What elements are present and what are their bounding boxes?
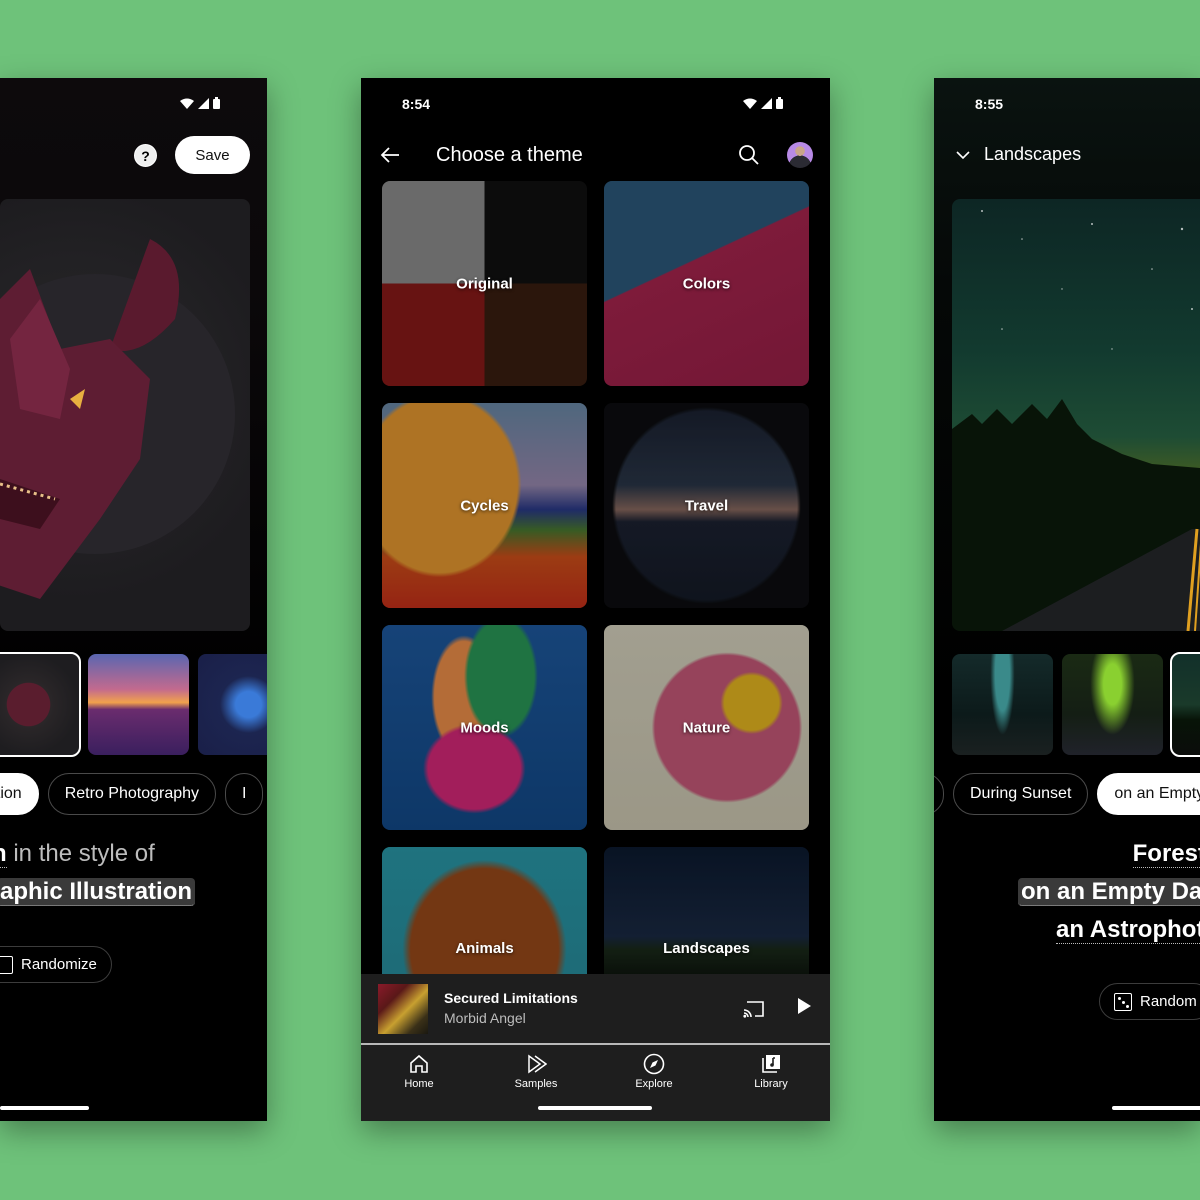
category-title[interactable]: Landscapes bbox=[984, 144, 1081, 165]
theme-tile-moods[interactable]: Moods bbox=[382, 625, 587, 830]
thumbnail-night-road[interactable] bbox=[1170, 652, 1200, 757]
center-phone-screen: 8:54 Choose a theme Original Colors Cycl… bbox=[361, 78, 830, 1121]
prompt-connector: in the style of bbox=[13, 840, 155, 867]
thumbnail-dragon-sunset[interactable] bbox=[88, 654, 189, 755]
hero-image-night-road bbox=[952, 199, 1200, 631]
theme-label: Moods bbox=[460, 719, 509, 736]
theme-tile-cycles[interactable]: Cycles bbox=[382, 403, 587, 608]
randomize-label: Randomize bbox=[21, 956, 97, 973]
thumbnail-strip bbox=[952, 652, 1200, 757]
track-artist: Morbid Angel bbox=[444, 1010, 526, 1026]
bottom-navigation: Home Samples Explore Library bbox=[361, 1045, 830, 1121]
search-icon[interactable] bbox=[738, 144, 760, 166]
help-icon: ? bbox=[141, 147, 150, 164]
back-arrow-icon[interactable] bbox=[379, 144, 401, 166]
signal-icon bbox=[198, 97, 209, 109]
theme-tile-colors[interactable]: Colors bbox=[604, 181, 809, 386]
night-road-forest-stars bbox=[952, 210, 1200, 631]
thumbnail-strip bbox=[0, 652, 267, 757]
theme-label: Cycles bbox=[460, 497, 509, 514]
thumbnail-crystal-dragon[interactable] bbox=[198, 654, 267, 755]
prompt-style[interactable]: aphic Illustration bbox=[0, 878, 196, 906]
nav-item-samples[interactable]: Samples bbox=[496, 1053, 576, 1090]
samples-icon bbox=[528, 1054, 547, 1074]
chevron-down-icon[interactable] bbox=[956, 150, 970, 160]
prompt-subject[interactable]: Forest bbox=[1132, 840, 1200, 868]
prompt-line-1: Forest bbox=[1132, 835, 1200, 873]
wifi-icon bbox=[180, 98, 194, 109]
prompt-subject[interactable]: n bbox=[0, 840, 7, 868]
thumbnail-forest-road-teal[interactable] bbox=[952, 654, 1053, 755]
prompt-line-3: an Astrophot bbox=[1056, 911, 1200, 949]
theme-label: Colors bbox=[682, 275, 731, 292]
nav-label: Home bbox=[404, 1078, 434, 1090]
theme-grid: Original Colors Cycles Travel Moods Natu… bbox=[382, 181, 809, 975]
track-title: Secured Limitations bbox=[444, 990, 578, 1006]
left-phone-screen: ? Save ation Retro Photography I n in th… bbox=[0, 78, 267, 1121]
thumbnail-dragon-head[interactable] bbox=[0, 652, 81, 757]
nav-label: Explore bbox=[635, 1078, 673, 1090]
theme-label: Landscapes bbox=[663, 940, 750, 957]
theme-tile-animals[interactable]: Animals bbox=[382, 847, 587, 975]
status-icons bbox=[180, 97, 220, 109]
nav-item-library[interactable]: Library bbox=[731, 1053, 811, 1090]
compass-icon bbox=[643, 1053, 665, 1075]
dice-icon bbox=[0, 955, 13, 974]
page-title: Choose a theme bbox=[436, 144, 583, 166]
prompt-line-1: n in the style of bbox=[0, 835, 155, 873]
home-indicator bbox=[1112, 1106, 1200, 1110]
randomize-label: Random bbox=[1140, 993, 1197, 1010]
status-time: 8:55 bbox=[975, 96, 1004, 112]
nav-item-home[interactable]: Home bbox=[379, 1053, 459, 1090]
home-indicator bbox=[0, 1106, 89, 1110]
help-button[interactable]: ? bbox=[134, 144, 157, 167]
hero-image-dragon bbox=[0, 199, 250, 631]
album-art bbox=[378, 984, 428, 1034]
nav-item-explore[interactable]: Explore bbox=[614, 1053, 694, 1090]
cast-icon[interactable] bbox=[743, 1000, 765, 1018]
chip-retro-photography[interactable]: Retro Photography bbox=[47, 773, 217, 815]
prompt-setting[interactable]: on an Empty Dar bbox=[1018, 878, 1200, 906]
randomize-button[interactable]: Random bbox=[1099, 983, 1200, 1020]
nav-label: Samples bbox=[514, 1078, 558, 1090]
status-time: 8:54 bbox=[402, 96, 431, 112]
status-icons bbox=[743, 97, 783, 109]
battery-icon bbox=[776, 97, 783, 109]
avatar[interactable] bbox=[787, 142, 813, 168]
play-icon[interactable] bbox=[798, 998, 811, 1014]
wifi-icon bbox=[743, 98, 757, 109]
chip-next[interactable]: I bbox=[225, 773, 264, 815]
battery-icon bbox=[213, 97, 220, 109]
prompt-style[interactable]: an Astrophot bbox=[1056, 916, 1200, 944]
home-indicator bbox=[538, 1106, 652, 1110]
chip-previous[interactable] bbox=[934, 773, 944, 815]
dice-icon bbox=[1114, 992, 1132, 1011]
signal-icon bbox=[761, 97, 772, 109]
theme-tile-travel[interactable]: Travel bbox=[604, 403, 809, 608]
theme-label: Travel bbox=[684, 497, 729, 514]
theme-tile-landscapes[interactable]: Landscapes bbox=[604, 847, 809, 975]
chip-during-sunset[interactable]: During Sunset bbox=[953, 773, 1089, 815]
theme-label: Original bbox=[456, 275, 513, 292]
randomize-button[interactable]: Randomize bbox=[0, 946, 112, 983]
save-button[interactable]: Save bbox=[175, 136, 250, 174]
library-icon bbox=[762, 1055, 780, 1073]
nav-label: Library bbox=[754, 1078, 788, 1090]
style-chips: ation Retro Photography I bbox=[0, 773, 264, 815]
mini-player[interactable]: Secured Limitations Morbid Angel bbox=[361, 974, 830, 1045]
theme-tile-nature[interactable]: Nature bbox=[604, 625, 809, 830]
theme-label: Animals bbox=[455, 940, 514, 957]
home-icon bbox=[410, 1054, 428, 1073]
style-chips: During Sunset on an Empty bbox=[934, 773, 1200, 815]
dragon-head-illustration bbox=[0, 239, 235, 599]
prompt-line-2: on an Empty Dar bbox=[1018, 873, 1200, 911]
prompt-line-2: aphic Illustration bbox=[0, 873, 196, 911]
theme-label: Nature bbox=[682, 719, 731, 736]
right-phone-screen: 8:55 Landscapes During Sunset on an Empt… bbox=[934, 78, 1200, 1121]
chip-illustration[interactable]: ation bbox=[0, 773, 39, 815]
chip-on-an-empty[interactable]: on an Empty bbox=[1097, 773, 1200, 815]
theme-tile-original[interactable]: Original bbox=[382, 181, 587, 386]
thumbnail-forest-road-green[interactable] bbox=[1062, 654, 1163, 755]
